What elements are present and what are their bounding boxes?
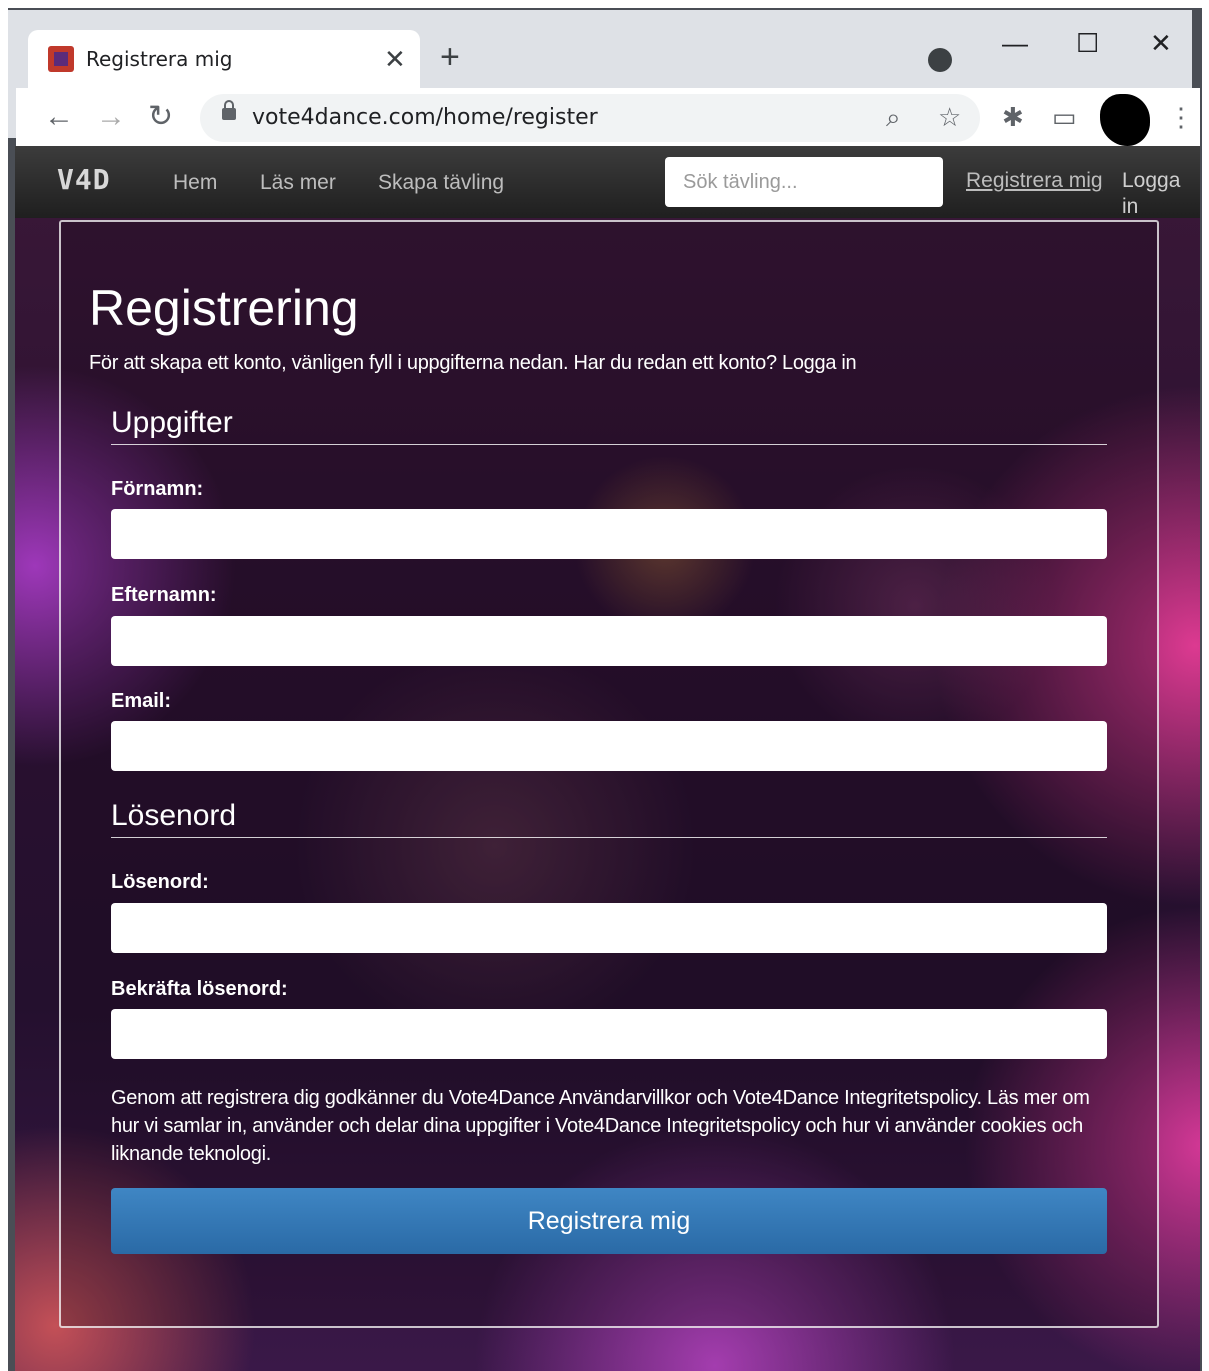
profile-avatar[interactable]: [1100, 94, 1150, 146]
site-viewport: V4D Hem Läs mer Skapa tävling Registrera…: [15, 146, 1200, 1371]
maximize-icon[interactable]: ☐: [1076, 28, 1099, 58]
last-name-input[interactable]: [111, 616, 1107, 666]
site-logo[interactable]: V4D: [57, 164, 111, 196]
address-bar[interactable]: vote4dance.com/home/register ⌕ ☆: [200, 94, 980, 142]
confirm-password-label: Bekräfta lösenord:: [111, 978, 288, 1000]
nav-link-skapa-tavling[interactable]: Skapa tävling: [378, 170, 504, 196]
register-submit-button[interactable]: Registrera mig: [111, 1188, 1107, 1254]
back-icon[interactable]: ←: [44, 100, 74, 134]
reload-icon[interactable]: ↻: [148, 100, 173, 134]
close-window-icon[interactable]: ✕: [1150, 28, 1172, 58]
minimize-icon[interactable]: —: [1002, 28, 1028, 58]
search-competition-input[interactable]: [665, 157, 943, 207]
url-text: vote4dance.com/home/register: [252, 105, 598, 130]
tab-search-icon[interactable]: [928, 48, 952, 72]
email-input[interactable]: [111, 721, 1107, 771]
section-title-details: Uppgifter: [111, 404, 1107, 445]
lock-icon: [222, 100, 236, 120]
nav-login-link[interactable]: Logga in: [1122, 168, 1200, 220]
password-input[interactable]: [111, 903, 1107, 953]
intro-text: För att skapa ett konto, vänligen fyll i…: [89, 352, 857, 374]
terms-text: Genom att registrera dig godkänner du Vo…: [111, 1087, 1090, 1165]
close-tab-icon[interactable]: ✕: [384, 44, 406, 74]
bookmark-star-icon[interactable]: ☆: [938, 102, 961, 132]
page-title: Registrering: [89, 280, 359, 336]
favicon-icon: [48, 46, 74, 72]
last-name-label: Efternamn:: [111, 584, 217, 606]
nav-link-las-mer[interactable]: Läs mer: [260, 170, 336, 196]
confirm-password-input[interactable]: [111, 1009, 1107, 1059]
cast-icon[interactable]: ▭: [1052, 102, 1077, 132]
registration-panel: Registrering För att skapa ett konto, vä…: [59, 220, 1159, 1328]
site-navbar: V4D Hem Läs mer Skapa tävling Registrera…: [15, 146, 1200, 218]
browser-chrome: Registrera mig ✕ + — ☐ ✕ ← → ↻ vote4danc…: [8, 10, 1200, 148]
password-label: Lösenord:: [111, 871, 209, 893]
new-tab-icon[interactable]: +: [440, 40, 460, 74]
zoom-icon[interactable]: ⌕: [886, 102, 901, 132]
nav-register-link[interactable]: Registrera mig: [966, 168, 1103, 194]
extensions-icon[interactable]: ✱: [1002, 102, 1024, 132]
menu-icon[interactable]: ⋮: [1168, 102, 1194, 132]
nav-link-hem[interactable]: Hem: [173, 170, 217, 196]
first-name-input[interactable]: [111, 509, 1107, 559]
forward-icon[interactable]: →: [96, 100, 126, 134]
browser-toolbar: ← → ↻ vote4dance.com/home/register ⌕ ☆ ✱…: [16, 88, 1200, 148]
section-title-password: Lösenord: [111, 797, 1107, 838]
first-name-label: Förnamn:: [111, 478, 204, 500]
tab-title: Registrera mig: [86, 47, 233, 71]
email-label: Email:: [111, 690, 172, 712]
browser-tab[interactable]: Registrera mig ✕: [28, 30, 420, 88]
